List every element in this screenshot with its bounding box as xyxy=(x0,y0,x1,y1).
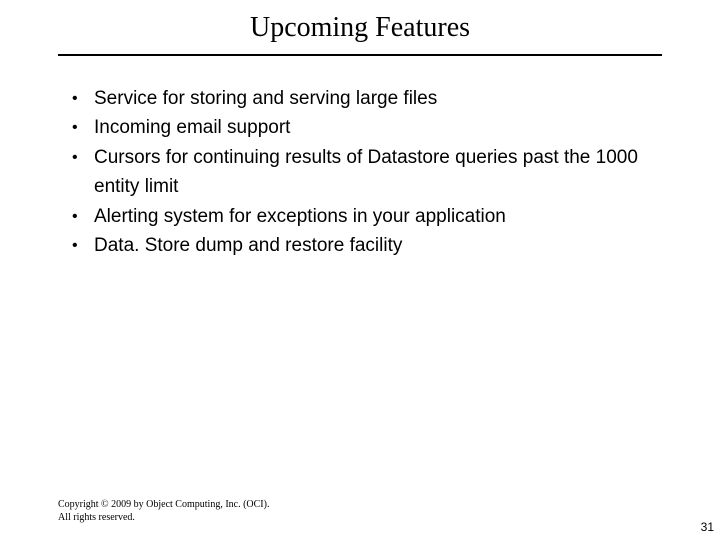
list-item: Incoming email support xyxy=(70,113,660,142)
bullet-list: Service for storing and serving large fi… xyxy=(70,84,660,261)
list-item: Service for storing and serving large fi… xyxy=(70,84,660,113)
slide: Upcoming Features Service for storing an… xyxy=(0,0,720,540)
title-underline xyxy=(58,54,662,56)
list-item: Data. Store dump and restore facility xyxy=(70,231,660,260)
list-item: Alerting system for exceptions in your a… xyxy=(70,202,660,231)
slide-body: Service for storing and serving large fi… xyxy=(70,84,660,261)
slide-title: Upcoming Features xyxy=(250,12,470,44)
list-item: Cursors for continuing results of Datast… xyxy=(70,143,660,202)
title-wrap: Upcoming Features xyxy=(0,12,720,44)
footer-rights: All rights reserved. xyxy=(58,512,269,525)
footer-copyright: Copyright © 2009 by Object Computing, In… xyxy=(58,499,269,512)
footer: Copyright © 2009 by Object Computing, In… xyxy=(58,499,269,524)
page-number: 31 xyxy=(701,520,714,534)
